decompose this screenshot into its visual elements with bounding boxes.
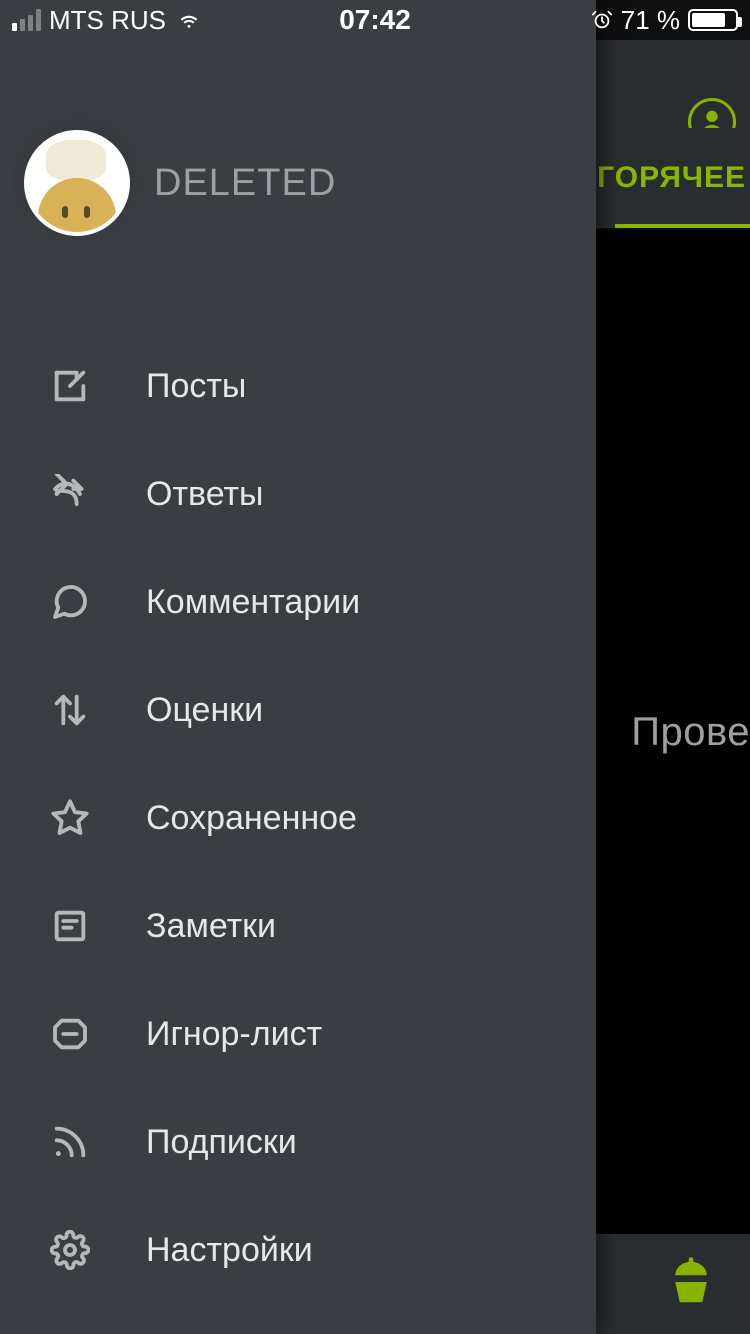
rss-icon (50, 1122, 90, 1162)
menu-label: Сохраненное (146, 799, 357, 838)
menu-label: Оценки (146, 691, 263, 730)
comment-icon (50, 582, 90, 622)
menu-label: Посты (146, 367, 246, 406)
tab-hot[interactable]: ГОРЯЧЕЕ (597, 161, 750, 195)
menu-item-answers[interactable]: Ответы (0, 440, 596, 548)
menu-item-saved[interactable]: Сохраненное (0, 764, 596, 872)
clock: 07:42 (339, 4, 411, 36)
block-icon (50, 1014, 90, 1054)
user-block[interactable]: DELETED (24, 130, 336, 236)
menu-item-ignore[interactable]: Игнор-лист (0, 980, 596, 1088)
side-drawer: DELETED Посты Ответы Комментарии Оценки (0, 0, 596, 1334)
menu-label: Ответы (146, 475, 264, 514)
carrier-label: MTS RUS (49, 5, 166, 36)
tab-underline (615, 224, 750, 228)
avatar[interactable] (24, 130, 130, 236)
battery-pct: 71 % (621, 5, 680, 36)
menu-label: Комментарии (146, 583, 360, 622)
signal-icon (12, 9, 41, 31)
menu-item-comments[interactable]: Комментарии (0, 548, 596, 656)
drawer-menu: Посты Ответы Комментарии Оценки Сохранен… (0, 332, 596, 1304)
menu-item-notes[interactable]: Заметки (0, 872, 596, 980)
sort-icon (50, 690, 90, 730)
menu-item-ratings[interactable]: Оценки (0, 656, 596, 764)
menu-label: Подписки (146, 1123, 297, 1162)
menu-label: Игнор-лист (146, 1015, 322, 1054)
username: DELETED (154, 162, 336, 205)
menu-label: Заметки (146, 907, 276, 946)
cupcake-icon[interactable] (664, 1255, 718, 1314)
reply-icon (50, 474, 90, 514)
wifi-icon (174, 9, 204, 31)
alarm-icon (591, 9, 613, 31)
content-hint-text: Прове (631, 710, 750, 755)
note-icon (50, 906, 90, 946)
gear-icon (50, 1230, 90, 1270)
menu-item-posts[interactable]: Посты (0, 332, 596, 440)
status-bar: MTS RUS 07:42 71 % (0, 0, 750, 40)
star-icon (50, 798, 90, 838)
menu-label: Настройки (146, 1231, 313, 1270)
menu-item-settings[interactable]: Настройки (0, 1196, 596, 1304)
battery-icon (688, 9, 738, 31)
menu-item-subs[interactable]: Подписки (0, 1088, 596, 1196)
compose-icon (50, 366, 90, 406)
